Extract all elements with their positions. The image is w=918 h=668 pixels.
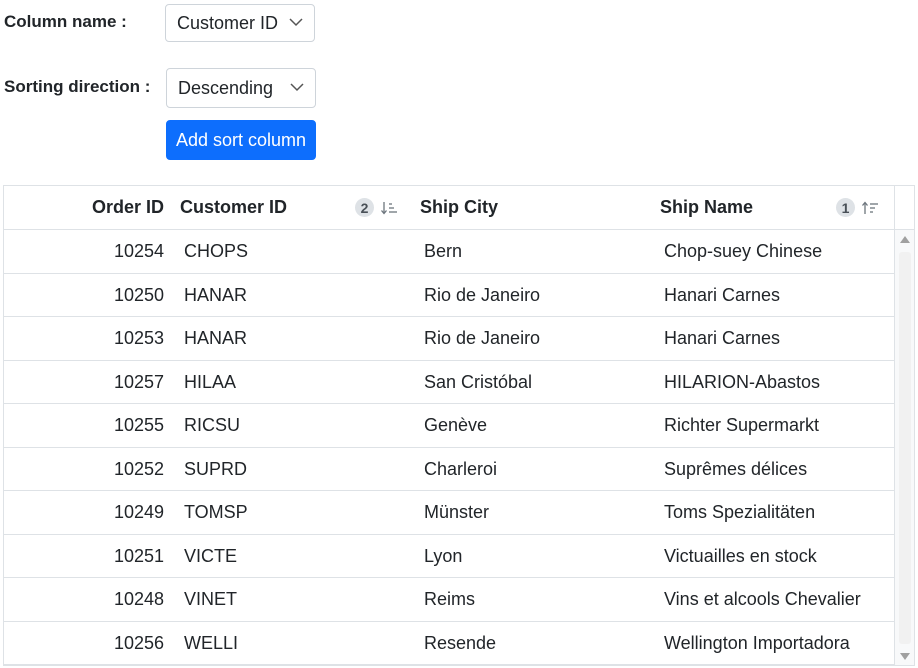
cell-ship-name: Victuailles en stock [664,545,817,566]
chevron-down-icon [290,83,304,92]
cell-customer-id: HANAR [184,284,248,305]
sort-ascending-icon [862,200,878,214]
table-row[interactable]: 10256 WELLI Resende Wellington Importadora [4,622,894,665]
cell-ship-name: HILARION-Abastos [664,371,821,392]
cell-order-id: 10257 [113,371,164,392]
cell-ship-name: Richter Supermarkt [664,415,820,435]
header-ship-name[interactable]: Ship Name [660,186,830,229]
customer-id-sort-indicator[interactable]: 2 [355,198,398,217]
cell-ship-city: Charleroi [424,458,498,479]
scroll-thumb[interactable] [899,252,911,644]
cell-order-id: 10252 [113,458,164,479]
column-name-value: Customer ID [177,12,279,33]
cell-ship-name: Vins et alcools Chevalier [664,589,861,609]
cell-customer-id: VICTE [184,545,238,566]
cell-order-id: 10250 [113,284,164,305]
cell-customer-id: CHOPS [184,241,249,261]
cell-customer-id: WELLI [184,632,239,653]
column-name-select[interactable]: Customer ID [165,4,315,42]
cell-ship-city: Rio de Janeiro [424,284,541,305]
header-ship-name-label: Ship Name [660,197,754,217]
grid-header: Order ID Customer ID 2 Ship City Ship Na… [4,186,894,230]
cell-ship-city: Reims [424,589,476,609]
header-ship-city-label: Ship City [420,197,499,217]
cell-order-id: 10256 [113,632,164,653]
table-row[interactable]: 10255 RICSU Genève Richter Supermarkt [4,404,894,448]
cell-ship-name: Hanari Carnes [664,328,781,348]
table-row[interactable]: 10253 HANAR Rio de Janeiro Hanari Carnes [4,317,894,361]
cell-ship-city: Genève [424,415,488,435]
cell-ship-name: Wellington Importadora [664,632,850,653]
scroll-down-icon[interactable] [900,653,910,660]
cell-order-id: 10253 [113,328,164,348]
add-sort-column-button[interactable]: Add sort column [166,120,316,160]
sort-descending-icon [381,201,397,215]
header-customer-id-label: Customer ID [180,197,288,217]
table-row[interactable]: 10249 TOMSP Münster Toms Spezialitäten [4,491,894,535]
table-row[interactable]: 10257 HILAA San Cristóbal HILARION-Abastos [4,361,894,404]
cell-ship-name: Chop-suey Chinese [664,241,823,261]
table-row[interactable]: 10254 CHOPS Bern Chop-suey Chinese [4,230,894,274]
sort-order-badge: 2 [355,198,374,217]
cell-ship-city: Rio de Janeiro [424,328,541,348]
cell-order-id: 10248 [113,589,164,609]
column-name-label: Column name : [4,12,127,31]
scroll-up-icon[interactable] [900,236,910,243]
cell-order-id: 10255 [113,415,164,435]
cell-customer-id: TOMSP [184,502,248,522]
header-ship-city[interactable]: Ship City [420,186,656,229]
sorting-direction-select[interactable]: Descending [166,68,316,108]
cell-order-id: 10249 [113,502,164,522]
cell-ship-name: Hanari Carnes [664,284,781,305]
table-row[interactable]: 10248 VINET Reims Vins et alcools Chevalier [4,578,894,622]
table-row[interactable]: 10251 VICTE Lyon Victuailles en stock [4,535,894,578]
cell-order-id: 10251 [113,545,164,566]
cell-customer-id: HILAA [184,371,237,392]
cell-ship-city: Münster [424,502,490,522]
table-row[interactable]: 10252 SUPRD Charleroi Suprêmes délices [4,448,894,491]
header-order-id-label: Order ID [91,197,164,217]
header-gutter [894,186,914,230]
cell-customer-id: HANAR [184,328,248,348]
data-grid: Order ID Customer ID 2 Ship City Ship Na… [3,185,915,666]
sorting-direction-value: Descending [178,77,274,98]
cell-ship-city: Resende [424,632,497,653]
cell-ship-city: Lyon [424,545,463,566]
cell-ship-name: Toms Spezialitäten [664,502,816,522]
cell-customer-id: RICSU [184,415,241,435]
ship-name-sort-indicator[interactable]: 1 [836,198,879,217]
cell-ship-city: San Cristóbal [424,371,533,392]
chevron-down-icon [289,18,303,27]
cell-ship-name: Suprêmes délices [664,458,808,479]
cell-order-id: 10254 [113,241,164,261]
sorting-direction-label: Sorting direction : [4,77,151,96]
cell-ship-city: Bern [424,241,463,261]
sort-order-badge: 1 [836,198,855,217]
table-row[interactable]: 10250 HANAR Rio de Janeiro Hanari Carnes [4,274,894,317]
grid-body: 10254 CHOPS Bern Chop-suey Chinese 10250 HANA… [4,230,894,665]
vertical-scrollbar[interactable] [894,230,914,665]
header-order-id[interactable]: Order ID [4,186,164,229]
cell-customer-id: VINET [184,589,238,609]
cell-customer-id: SUPRD [184,458,248,479]
